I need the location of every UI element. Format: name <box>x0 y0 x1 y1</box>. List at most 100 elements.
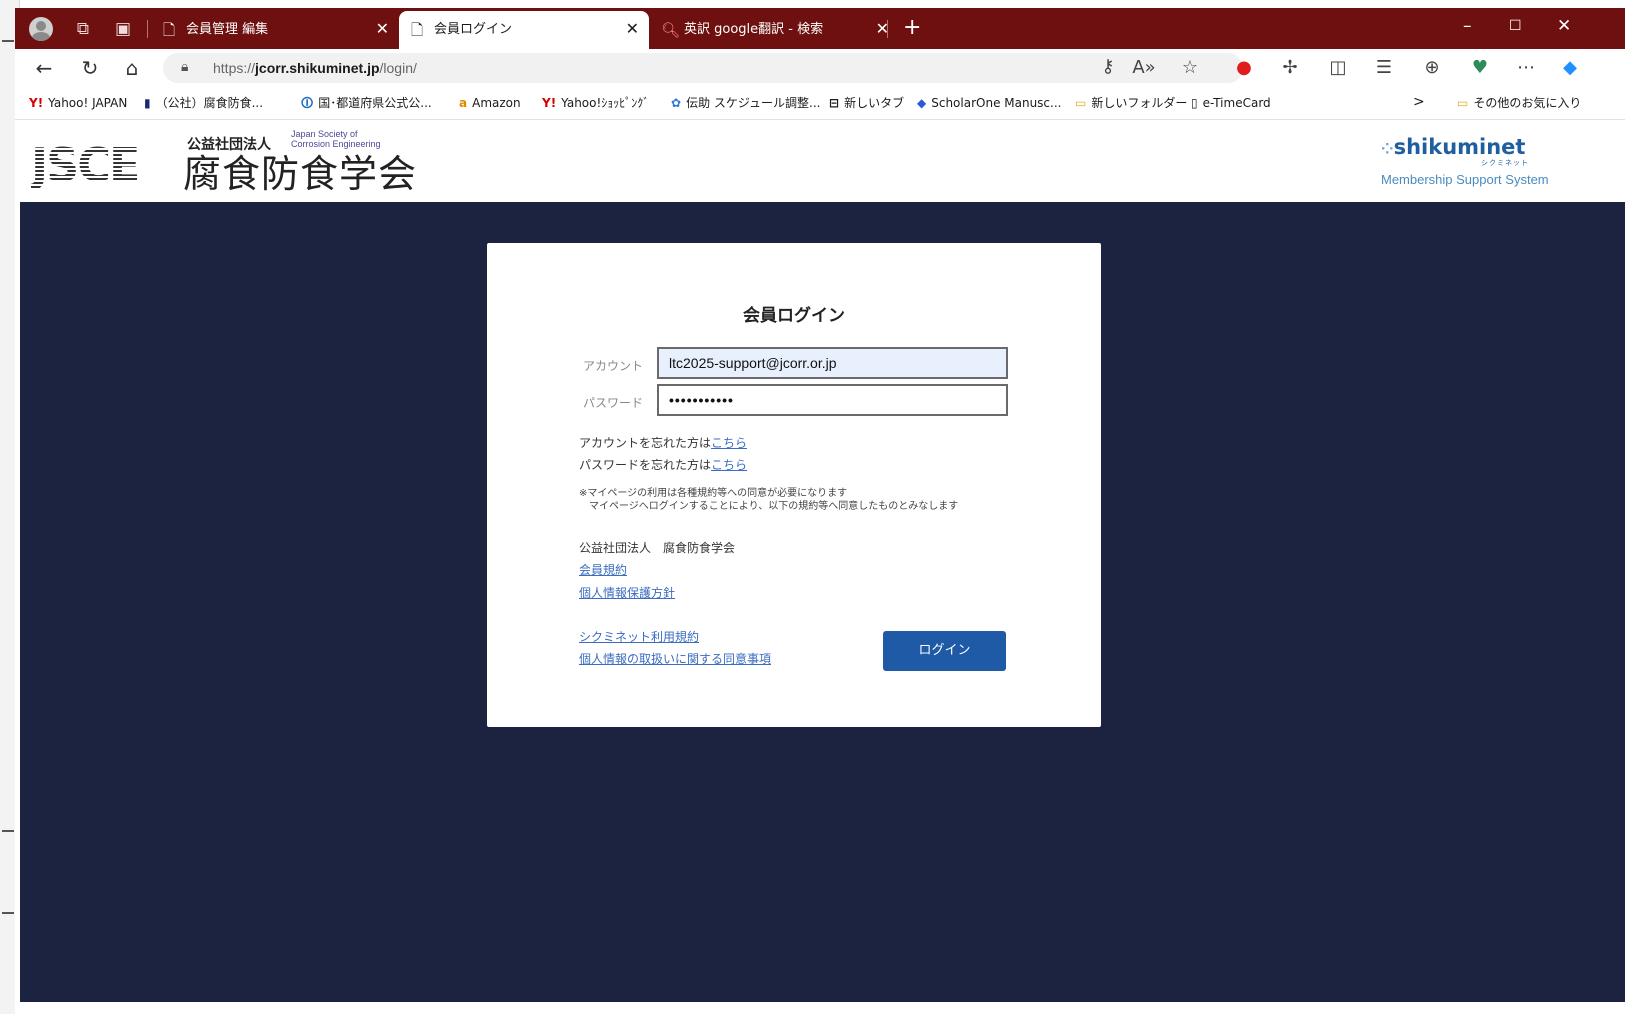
new-tab-button[interactable]: + <box>903 15 921 41</box>
page-icon: 🗋 <box>163 21 176 39</box>
forgot-password-text: パスワードを忘れた方は <box>579 458 712 472</box>
forgot-password-line: パスワードを忘れた方はこちら <box>579 457 747 473</box>
refresh-icon[interactable]: ↻ <box>77 55 103 81</box>
tab-bar: ⧉ ▣ 🗋 会員管理 編集 ✕ 🗋 会員ログイン ✕ 🔍︎ 英訳 google翻… <box>15 8 1625 49</box>
org-label: 公益社団法人 腐食防食学会 <box>579 541 736 555</box>
bookmarks-overflow-chevron-icon[interactable]: > <box>1413 94 1425 110</box>
read-aloud-icon[interactable]: A» <box>1131 56 1157 80</box>
note-line: マイページへログインすることにより、以下の規約等へ同意したものとみなします <box>579 501 959 512</box>
collections-icon[interactable]: ⊕ <box>1419 56 1445 80</box>
forgot-account-link[interactable]: こちら <box>711 436 747 450</box>
strip-mark <box>2 912 14 914</box>
bookmark-label: 新しいタブ <box>844 96 905 110</box>
forgot-password-link[interactable]: こちら <box>711 458 747 472</box>
bookmark-e-timecard[interactable]: ▯ e-TimeCard <box>1191 95 1271 111</box>
forgot-account-text: アカウントを忘れた方は <box>579 436 712 450</box>
browser-essentials-icon[interactable]: ♥ <box>1467 56 1493 80</box>
bookmark-label: 伝助 スケジュール調整... <box>686 96 821 110</box>
profile-avatar-icon[interactable] <box>29 17 53 41</box>
densuke-icon: ✿ <box>671 96 682 110</box>
terms-note: ※マイページの利用は各種規約等への同意が必要になります マイページへログインする… <box>579 487 958 513</box>
favorite-star-icon[interactable]: ☆ <box>1177 56 1203 80</box>
folder-icon: ▭ <box>1457 96 1469 110</box>
forgot-account-line: アカウントを忘れた方はこちら <box>579 435 747 451</box>
bookmark-label: 新しいフォルダー <box>1091 96 1188 110</box>
site-icon: ▮ <box>144 96 151 110</box>
folder-icon: ▭ <box>1075 96 1087 110</box>
tab-title: 英訳 google翻訳 - 検索 <box>684 22 824 37</box>
newtab-icon: ⊟ <box>829 96 840 110</box>
system-subtitle: Membership Support System <box>1381 172 1549 187</box>
bookmark-yahoo-shopping[interactable]: Y! Yahoo!ｼｮｯﾋﾟﾝｸﾞ <box>542 95 649 111</box>
bookmark-new-tab[interactable]: ⊟ 新しいタブ <box>829 95 904 111</box>
bookmark-jcorr[interactable]: ▮ （公社）腐食防食... <box>144 95 263 111</box>
page-icon: ▯ <box>1191 96 1198 110</box>
home-icon[interactable]: ⌂ <box>119 55 145 81</box>
minimize-button[interactable]: – <box>1463 14 1472 38</box>
bookmark-new-folder[interactable]: ▭ 新しいフォルダー <box>1075 95 1187 111</box>
key-icon[interactable]: ⚷ <box>1095 55 1121 79</box>
amazon-icon: a <box>459 96 468 110</box>
screen: ⧉ ▣ 🗋 会員管理 編集 ✕ 🗋 会員ログイン ✕ 🔍︎ 英訳 google翻… <box>0 0 1625 1014</box>
bookmark-government[interactable]: 🛈 国･都道府県公式公... <box>301 95 432 111</box>
other-favorites-folder[interactable]: ▭ その他のお気に入り <box>1457 95 1581 111</box>
shikuminet-terms-link[interactable]: シクミネット利用規約 <box>579 628 699 645</box>
privacy-policy-link[interactable]: 個人情報保護方針 <box>579 584 675 601</box>
login-title: 会員ログイン <box>743 306 845 326</box>
org-english-name: Japan Society of Corrosion Engineering <box>291 129 381 149</box>
login-button[interactable]: ログイン <box>883 631 1006 671</box>
address-bar: ← ↻ ⌂ 🔒︎ https://jcorr.shikuminet.jp/log… <box>15 49 1625 87</box>
bookmark-amazon[interactable]: a Amazon <box>459 95 521 111</box>
split-screen-icon[interactable]: ◫ <box>1325 56 1351 80</box>
back-arrow-icon[interactable]: ← <box>31 55 57 81</box>
bookmark-densuke[interactable]: ✿ 伝助 スケジュール調整... <box>671 95 820 111</box>
tab-member-login[interactable]: 🗋 会員ログイン ✕ <box>399 11 649 49</box>
bookmark-yahoo-japan[interactable]: Y! Yahoo! JAPAN <box>29 95 127 111</box>
more-menu-icon[interactable]: ⋯ <box>1513 56 1539 80</box>
bookmark-label: ScholarOne Manusc... <box>931 96 1062 110</box>
org-name: 腐食防食学会 <box>183 152 418 196</box>
copilot-icon[interactable]: ◆ <box>1557 56 1583 80</box>
close-window-button[interactable]: ✕ <box>1557 14 1571 38</box>
tab-separator <box>887 20 888 38</box>
tab-close-icon[interactable]: ✕ <box>626 20 639 38</box>
url-field[interactable]: 🔒︎ https://jcorr.shikuminet.jp/login/ <box>163 53 1243 83</box>
bookmark-scholarone[interactable]: ◆ ScholarOne Manusc... <box>917 95 1061 111</box>
tab-title: 会員管理 編集 <box>186 22 269 37</box>
personal-info-consent-link[interactable]: 個人情報の取扱いに関する同意事項 <box>579 650 771 667</box>
member-terms-link[interactable]: 会員規約 <box>579 561 627 578</box>
tab-separator <box>147 20 148 38</box>
bookmark-label: Yahoo! JAPAN <box>48 96 128 110</box>
tab-member-edit[interactable]: 🗋 会員管理 編集 ✕ <box>151 11 399 49</box>
search-icon: 🔍︎ <box>661 21 681 39</box>
tab-google-search[interactable]: 🔍︎ 英訳 google翻訳 - 検索 ✕ <box>649 11 899 49</box>
password-input[interactable]: ••••••••••• <box>657 384 1008 416</box>
account-input[interactable]: ltc2025-support@jcorr.or.jp <box>657 347 1008 379</box>
maximize-button[interactable]: ☐ <box>1509 14 1522 38</box>
site-header: JSCE 公益社団法人 Japan Society of Corrosion E… <box>15 120 1625 202</box>
scholarone-icon: ◆ <box>917 96 927 110</box>
sparkle-icon: ⁘ <box>1381 140 1394 158</box>
bookmark-label: e-TimeCard <box>1202 96 1271 110</box>
extensions-puzzle-icon[interactable]: ✢ <box>1277 56 1303 80</box>
workspaces-icon[interactable]: ⧉ <box>71 17 95 41</box>
tab-actions-icon[interactable]: ▣ <box>111 17 135 41</box>
bookmark-label: （公社）腐食防食... <box>155 96 264 110</box>
login-card: 会員ログイン アカウント ltc2025-support@jcorr.or.jp… <box>487 243 1101 727</box>
org-type-label: 公益社団法人 <box>187 137 271 153</box>
url-text: https://jcorr.shikuminet.jp/login/ <box>213 60 417 76</box>
lock-icon[interactable]: 🔒︎ <box>181 59 188 75</box>
browser-window: ⧉ ▣ 🗋 会員管理 編集 ✕ 🗋 会員ログイン ✕ 🔍︎ 英訳 google翻… <box>15 8 1625 1014</box>
extension-icon[interactable]: ● <box>1231 56 1257 80</box>
shikuminet-logo-text: shikuminet <box>1393 135 1526 159</box>
bookmark-label: その他のお気に入り <box>1473 96 1582 110</box>
strip-mark <box>2 830 14 832</box>
jsce-logo[interactable]: JSCE <box>31 142 140 188</box>
page-icon: 🗋 <box>411 21 424 39</box>
tab-close-icon[interactable]: ✕ <box>376 20 389 38</box>
bookmark-label: Amazon <box>472 96 521 110</box>
yahoo-icon: Y! <box>29 96 44 110</box>
strip-mark <box>2 40 14 42</box>
favorites-list-icon[interactable]: ☰ <box>1371 56 1397 80</box>
bookmarks-bar: Y! Yahoo! JAPAN ▮ （公社）腐食防食... 🛈 国･都道府県公式公..… <box>15 87 1625 120</box>
